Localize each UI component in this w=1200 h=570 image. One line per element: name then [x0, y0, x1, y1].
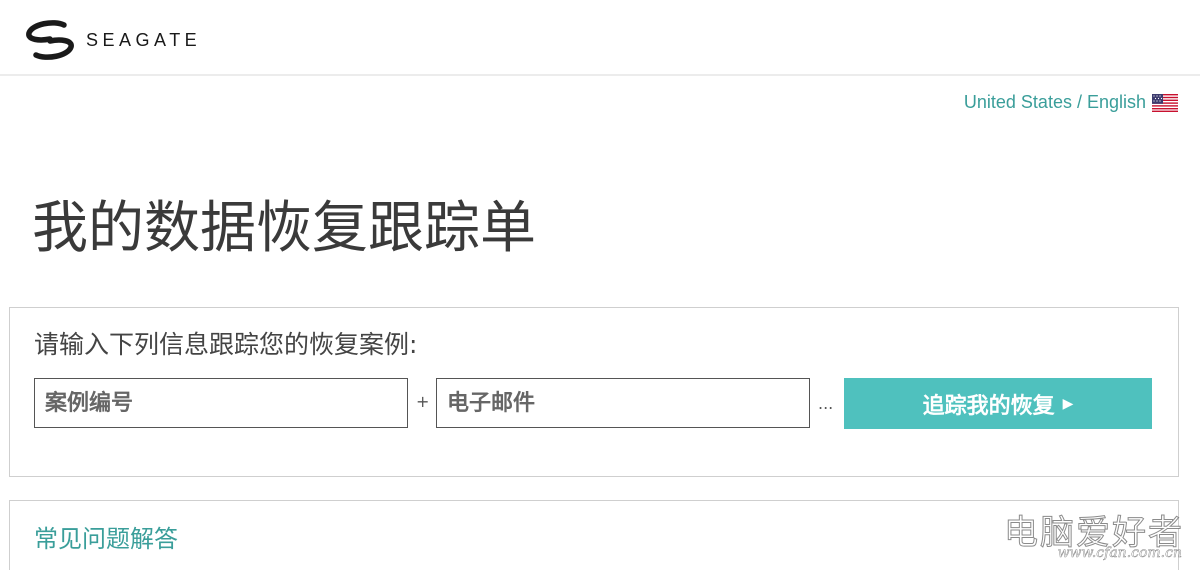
- tracking-prompt: 请输入下列信息跟踪您的恢复案例:: [34, 330, 418, 359]
- faq-panel: 常见问题解答: [9, 500, 1179, 570]
- email-input[interactable]: [436, 378, 810, 428]
- chevron-right-icon: ▶: [1062, 395, 1074, 412]
- dots-separator: ...: [818, 394, 834, 413]
- track-recovery-button[interactable]: 追踪我的恢复 ▶: [844, 378, 1152, 429]
- seagate-logo-icon: [26, 20, 74, 60]
- track-recovery-button-label: 追踪我的恢复: [922, 393, 1055, 419]
- site-header: SEAGATE: [0, 0, 1200, 76]
- faq-link[interactable]: 常见问题解答: [34, 519, 178, 554]
- plus-separator: +: [416, 392, 430, 411]
- case-number-input[interactable]: [34, 378, 408, 428]
- brand-name: SEAGATE: [86, 30, 202, 50]
- page-title: 我的数据恢复跟踪单: [32, 196, 536, 261]
- seagate-logo[interactable]: SEAGATE: [24, 18, 201, 62]
- tracking-panel: 请输入下列信息跟踪您的恢复案例: + ... 追踪我的恢复 ▶: [9, 307, 1179, 477]
- us-flag-icon: [1152, 93, 1178, 112]
- locale-label: United States / English: [963, 92, 1146, 112]
- locale-selector[interactable]: United States / English: [964, 92, 1178, 113]
